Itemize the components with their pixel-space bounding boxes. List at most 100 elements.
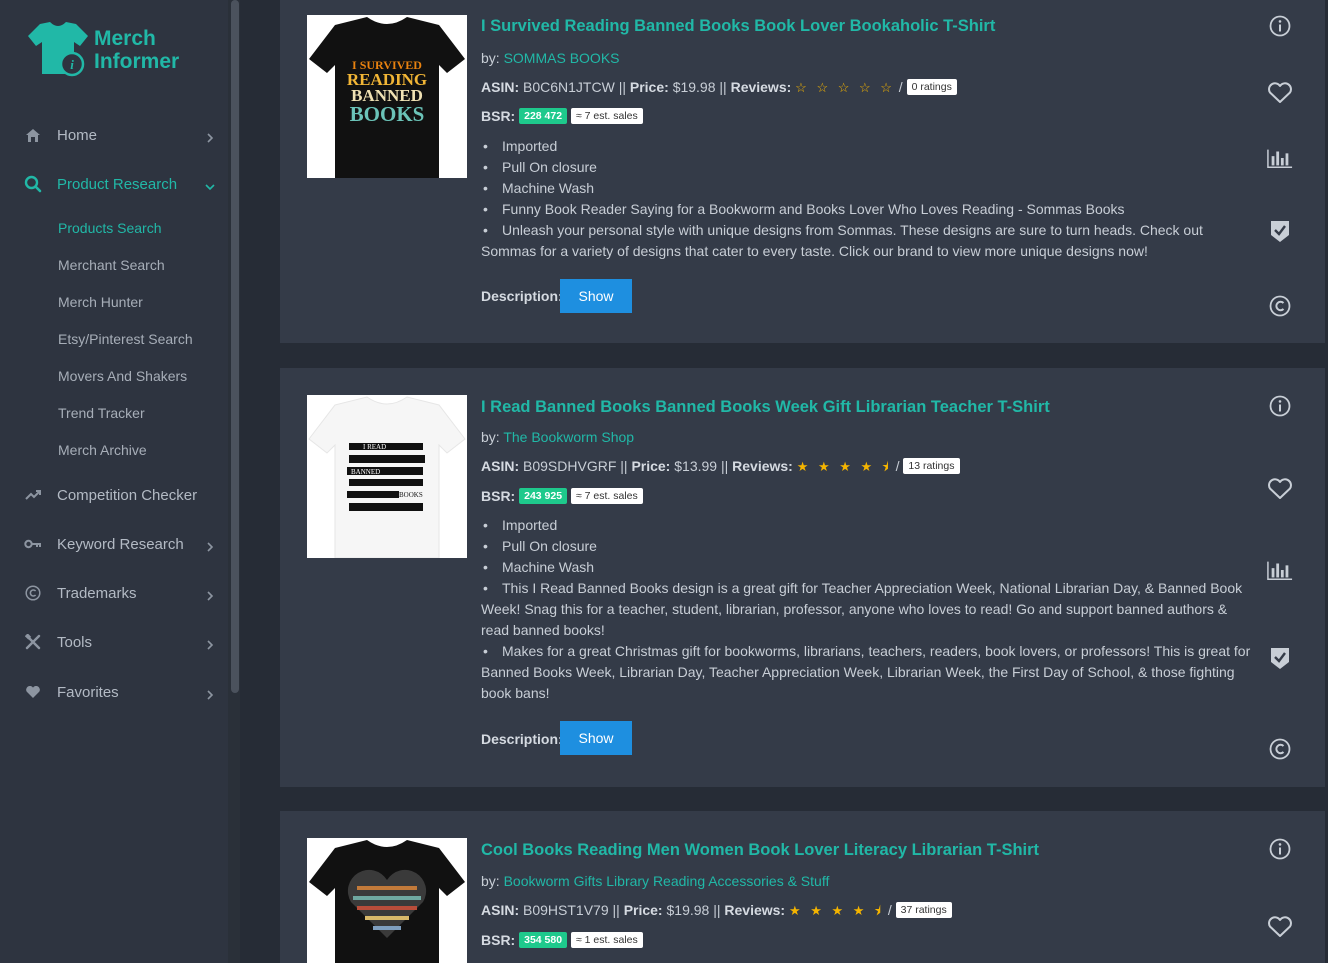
star-rating: ★ ★ ★ ★ ⯨ — [788, 903, 884, 918]
product-image[interactable] — [307, 838, 467, 963]
star-rating: ☆ ☆ ☆ ☆ ☆ — [795, 80, 895, 95]
separator: || — [719, 79, 727, 95]
key-icon — [24, 535, 42, 553]
brand-line: by: The Bookworm Shop — [481, 429, 634, 445]
by-label: by: — [481, 50, 500, 66]
product-title-link[interactable]: I Survived Reading Banned Books Book Lov… — [481, 17, 995, 36]
price-label: Price: — [631, 458, 671, 474]
separator: || — [620, 458, 628, 474]
shirt-art-line: I READ — [363, 443, 386, 451]
brand-line: by: Bookworm Gifts Library Reading Acces… — [481, 873, 829, 889]
sidebar-item-label: Competition Checker — [57, 486, 198, 504]
sidebar-item-label: Trademarks — [57, 584, 137, 602]
bsr-line: BSR: 354 580 ≈ 1 est. sales — [481, 932, 643, 948]
by-label: by: — [481, 873, 500, 889]
bullet-item: Machine Wash — [481, 178, 1261, 199]
asin-price-line: ASIN: B0C6N1JTCW || Price: $19.98 || Rev… — [481, 79, 957, 96]
bullet-item: Machine Wash — [481, 557, 1256, 578]
product-image[interactable]: I READ BANNED BOOKS — [307, 395, 467, 558]
sidebar-scrollbar-thumb[interactable] — [231, 0, 239, 693]
description-show-button[interactable]: Show — [560, 721, 632, 755]
info-icon[interactable] — [1267, 393, 1293, 419]
sidebar-item-product-research[interactable]: Product Research — [0, 164, 228, 204]
asin-label: ASIN: — [481, 458, 520, 474]
shirt-art-line: BANNED — [351, 468, 380, 476]
sidebar-subitem-merch-hunter[interactable]: Merch Hunter — [58, 294, 143, 310]
ratings-count-badge: 37 ratings — [895, 902, 952, 918]
chevron-right-icon — [205, 539, 215, 552]
asin-label: ASIN: — [481, 902, 520, 918]
brand-line: by: SOMMAS BOOKS — [481, 50, 620, 66]
sidebar-subitem-merchant-search[interactable]: Merchant Search — [58, 257, 165, 273]
brand-link[interactable]: The Bookworm Shop — [503, 429, 634, 445]
product-title-link[interactable]: Cool Books Reading Men Women Book Lover … — [481, 841, 1039, 860]
tools-icon — [24, 633, 42, 651]
separator: || — [713, 902, 721, 918]
bsr-badge: 228 472 — [519, 108, 568, 124]
trademark-copyright-icon[interactable] — [1267, 736, 1293, 762]
description-label: Description: — [481, 731, 563, 747]
asin-value: B09HST1V79 — [523, 902, 609, 918]
sidebar-subitem-products-search[interactable]: Products Search — [58, 220, 162, 236]
shirt-art-line: BOOKS — [350, 102, 425, 126]
description-show-button[interactable]: Show — [560, 279, 632, 313]
favorite-heart-icon[interactable] — [1267, 476, 1293, 502]
brand-link[interactable]: SOMMAS BOOKS — [504, 50, 620, 66]
bullet-item: Pull On closure — [481, 157, 1261, 178]
separator: || — [618, 79, 626, 95]
trademark-copyright-icon[interactable] — [1267, 293, 1293, 319]
slash: / — [887, 902, 892, 918]
est-sales-badge: ≈ 7 est. sales — [570, 108, 643, 124]
slash: / — [895, 458, 900, 474]
sidebar-subitem-merch-archive[interactable]: Merch Archive — [58, 442, 147, 458]
chevron-right-icon — [205, 687, 215, 700]
product-card: I READ BANNED BOOKS I Read Banned Books … — [280, 368, 1325, 787]
bsr-line: BSR: 243 925 ≈ 7 est. sales — [481, 488, 643, 504]
check-shield-icon[interactable] — [1267, 218, 1293, 244]
check-shield-icon[interactable] — [1267, 645, 1293, 671]
favorite-heart-icon[interactable] — [1267, 914, 1293, 940]
sidebar-item-home[interactable]: Home — [0, 115, 228, 155]
price-label: Price: — [629, 79, 669, 95]
sidebar-subitem-movers-and-shakers[interactable]: Movers And Shakers — [58, 368, 187, 384]
reviews-label: Reviews: — [732, 458, 793, 474]
brand-link[interactable]: Bookworm Gifts Library Reading Accessori… — [504, 873, 830, 889]
sidebar-subitem-trend-tracker[interactable]: Trend Tracker — [58, 405, 145, 421]
sidebar-item-keyword-research[interactable]: Keyword Research — [0, 524, 228, 564]
sidebar-item-favorites[interactable]: Favorites — [0, 672, 228, 712]
sidebar-subitem-etsy-pinterest-search[interactable]: Etsy/Pinterest Search — [58, 331, 193, 347]
ratings-count-badge: 13 ratings — [903, 458, 960, 474]
sidebar-item-label: Favorites — [57, 683, 119, 701]
bullet-item: This I Read Banned Books design is a gre… — [481, 578, 1256, 641]
product-title-link[interactable]: I Read Banned Books Banned Books Week Gi… — [481, 398, 1050, 417]
sidebar-item-trademarks[interactable]: Trademarks — [0, 573, 228, 613]
sidebar: i Merch Informer Home Product Research P… — [0, 0, 240, 963]
info-icon[interactable] — [1267, 836, 1293, 862]
by-label: by: — [481, 429, 500, 445]
sidebar-item-tools[interactable]: Tools — [0, 622, 228, 662]
chevron-right-icon — [205, 130, 215, 143]
bsr-label: BSR: — [481, 932, 516, 948]
product-card: Cool Books Reading Men Women Book Lover … — [280, 811, 1325, 963]
bullet-item: Imported — [481, 136, 1261, 157]
ratings-count-badge: 0 ratings — [906, 79, 957, 95]
bullet-item: Makes for a great Christmas gift for boo… — [481, 641, 1256, 704]
shirt-art-line: BOOKS — [399, 491, 423, 499]
chevron-right-icon — [205, 637, 215, 650]
bullet-item: Pull On closure — [481, 536, 1256, 557]
chevron-down-icon — [205, 179, 215, 191]
bar-chart-icon[interactable] — [1267, 145, 1293, 171]
feature-bullets: Imported Pull On closure Machine Wash Fu… — [481, 136, 1261, 262]
favorite-heart-icon[interactable] — [1267, 80, 1293, 106]
bsr-line: BSR: 228 472 ≈ 7 est. sales — [481, 108, 643, 124]
bsr-badge: 243 925 — [519, 488, 568, 504]
price-label: Price: — [623, 902, 663, 918]
info-icon[interactable] — [1267, 13, 1293, 39]
bar-chart-icon[interactable] — [1267, 557, 1293, 583]
price-value: $19.98 — [672, 79, 716, 95]
product-image[interactable]: I SURVIVED READING BANNED BOOKS — [307, 15, 467, 178]
sidebar-item-competition-checker[interactable]: Competition Checker — [0, 475, 228, 515]
feature-bullets: Imported Pull On closure Machine Wash Th… — [481, 515, 1256, 704]
description-label: Description: — [481, 288, 563, 304]
bsr-label: BSR: — [481, 108, 516, 124]
